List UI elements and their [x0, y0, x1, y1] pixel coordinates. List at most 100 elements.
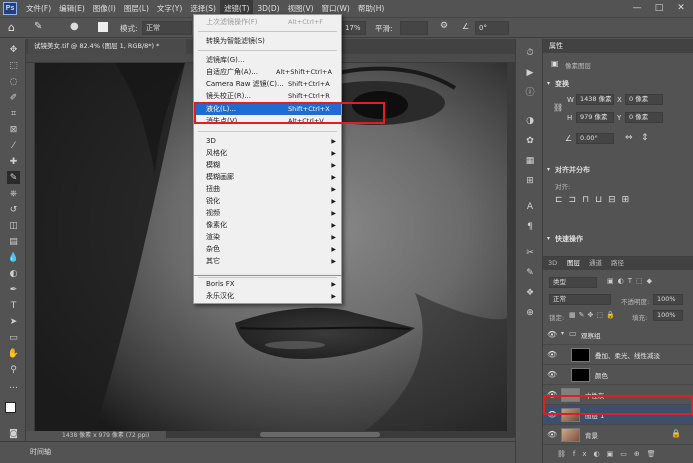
close-button[interactable]: ✕ [670, 0, 692, 17]
layer-row[interactable]: 👁 背景 🔒 [543, 425, 693, 445]
tab-channels[interactable]: 通道 [589, 257, 602, 270]
flow-field[interactable]: 17% [342, 21, 366, 35]
menu-item-render[interactable]: 渲染 ▶ [194, 232, 341, 243]
menu-type[interactable]: 文字(Y) [153, 0, 186, 17]
settings-gear-icon[interactable]: ⚙ [440, 21, 448, 31]
paragraph-icon[interactable]: A [524, 201, 536, 213]
angle-field[interactable]: 0.00° [576, 133, 614, 144]
lock-icons[interactable]: ▦✎✥⬚🔒 [569, 311, 618, 319]
visibility-eye-icon[interactable]: 👁 [547, 430, 557, 440]
group-expand-arrow-icon[interactable]: ▾ [561, 330, 564, 337]
channels-icon[interactable]: ⊕ [524, 307, 536, 319]
menu-item-3d[interactable]: 3D ▶ [194, 136, 341, 147]
width-field[interactable]: 1438 像素 [576, 94, 614, 105]
quick-select-tool-icon[interactable]: ✐ [7, 91, 20, 104]
menu-edit[interactable]: 编辑(E) [55, 0, 89, 17]
menu-item-convert-smart-filter[interactable]: 转换为智能滤镜(S) [194, 36, 341, 47]
collapse-arrow-icon[interactable]: ▾ [547, 166, 550, 173]
type-tool-icon[interactable]: T [7, 299, 20, 312]
menu-item-video[interactable]: 视频 ▶ [194, 208, 341, 219]
brush-settings-icon[interactable]: ✎ [524, 267, 536, 279]
menu-layer[interactable]: 图层(L) [120, 0, 153, 17]
layer-filter-icons[interactable]: ▣◐T⬚◆ [607, 277, 656, 285]
frame-tool-icon[interactable]: ⊠ [7, 123, 20, 136]
menu-item-distort[interactable]: 扭曲 ▶ [194, 184, 341, 195]
home-icon[interactable]: ⌂ [8, 21, 15, 34]
menu-item-blur[interactable]: 模糊 ▶ [194, 160, 341, 171]
maximize-button[interactable]: □ [648, 0, 670, 17]
tab-3d[interactable]: 3D [548, 257, 557, 270]
eraser-tool-icon[interactable]: ◫ [7, 219, 20, 232]
adjustments-icon[interactable]: ◑ [524, 115, 536, 127]
tool-presets-icon[interactable]: ✂ [524, 247, 536, 259]
dodge-tool-icon[interactable]: ◐ [7, 267, 20, 280]
blur-tool-icon[interactable]: 💧 [7, 251, 20, 264]
visibility-eye-icon[interactable]: 👁 [547, 330, 557, 340]
zoom-tool-icon[interactable]: ⚲ [7, 363, 20, 376]
menu-help[interactable]: 帮助(H) [354, 0, 389, 17]
timeline-label[interactable]: 时间轴 [30, 447, 51, 457]
align-buttons-icon[interactable]: ⊏⊐⊓⊔⊟⊞ [555, 195, 635, 205]
move-tool-icon[interactable]: ✥ [7, 43, 20, 56]
flip-vertical-icon[interactable]: ⇕ [641, 133, 649, 143]
layer-actions-icons[interactable]: ⛓fx◐▣▭⊕🗑 [543, 447, 693, 461]
visibility-eye-icon[interactable]: 👁 [547, 370, 557, 380]
horizontal-scrollbar[interactable] [160, 431, 515, 438]
lasso-tool-icon[interactable]: ◌ [7, 75, 20, 88]
marquee-tool-icon[interactable]: ⬚ [7, 59, 20, 72]
healing-brush-tool-icon[interactable]: ✚ [7, 155, 20, 168]
layer-row-group[interactable]: 👁 ▾ ▭ 观察组 [543, 325, 693, 345]
history-icon[interactable]: ⏱ [524, 47, 536, 59]
angle-field[interactable]: 0° [475, 21, 509, 35]
clone-stamp-tool-icon[interactable]: ⎈ [7, 187, 20, 200]
layer-row[interactable]: 👁 颜色 [543, 365, 693, 385]
opacity-field[interactable]: 100% [653, 294, 683, 305]
brush-tool-icon[interactable]: ✎ [34, 21, 42, 32]
history-brush-tool-icon[interactable]: ↺ [7, 203, 20, 216]
path-select-tool-icon[interactable]: ➤ [7, 315, 20, 328]
hand-tool-icon[interactable]: ✋ [7, 347, 20, 360]
gradient-tool-icon[interactable]: ▤ [7, 235, 20, 248]
rectangle-tool-icon[interactable]: ▭ [7, 331, 20, 344]
brush-tool-icon-active[interactable]: ✎ [7, 171, 20, 184]
flip-horizontal-icon[interactable]: ⇔ [625, 133, 633, 143]
character-icon[interactable]: ¶ [524, 221, 536, 233]
fill-field[interactable]: 100% [653, 310, 683, 321]
info-icon[interactable]: ⓘ [524, 87, 536, 99]
menu-item-sharpen[interactable]: 锐化 ▶ [194, 196, 341, 207]
x-field[interactable]: 0 像素 [625, 94, 663, 105]
brush-preset-icon[interactable]: ● [70, 21, 79, 32]
menu-item-adaptive-wide-angle[interactable]: 自适应广角(A)... Alt+Shift+Ctrl+A [194, 67, 341, 78]
menu-item-lens-correction[interactable]: 镜头校正(R)... Shift+Ctrl+R [194, 91, 341, 102]
menu-item-filter-gallery[interactable]: 滤镜库(G)... [194, 55, 341, 66]
blend-mode-select[interactable]: 正常 [549, 294, 611, 305]
menu-item-blur-gallery[interactable]: 模糊画廊 ▶ [194, 172, 341, 183]
menu-item-stylize[interactable]: 风格化 ▶ [194, 148, 341, 159]
swatches-icon[interactable]: ▦ [524, 155, 536, 167]
pen-tool-icon[interactable]: ✒ [7, 283, 20, 296]
menu-item-yongle-localization[interactable]: 永乐汉化 ▶ [194, 291, 341, 302]
brush-panel-icon[interactable] [98, 22, 108, 32]
menu-item-last-filter[interactable]: 上次滤镜操作(F) Alt+Ctrl+F [194, 17, 341, 28]
menu-file[interactable]: 文件(F) [22, 0, 55, 17]
menu-item-noise[interactable]: 杂色 ▶ [194, 244, 341, 255]
layer-filter-select[interactable]: 类型 [549, 277, 597, 288]
minimize-button[interactable]: — [626, 0, 648, 17]
menu-item-camera-raw[interactable]: Camera Raw 滤镜(C)... Shift+Ctrl+A [194, 79, 341, 90]
menu-item-other[interactable]: 其它 ▶ [194, 256, 341, 267]
quick-mask-icon[interactable]: ◙ [7, 427, 20, 440]
menu-item-pixelate[interactable]: 像素化 ▶ [194, 220, 341, 231]
smoothing-field[interactable] [400, 21, 428, 35]
libraries-icon[interactable]: ⊞ [524, 175, 536, 187]
eyedropper-tool-icon[interactable]: ⁄ [7, 139, 20, 152]
tab-layers[interactable]: 图层 [567, 257, 580, 270]
visibility-eye-icon[interactable]: 👁 [547, 350, 557, 360]
crop-tool-icon[interactable]: ⌗ [7, 107, 20, 120]
color-wheel-icon[interactable]: ✿ [524, 135, 536, 147]
foreground-color-swatch[interactable] [5, 402, 16, 413]
collapse-arrow-icon[interactable]: ▾ [547, 235, 550, 242]
actions-play-icon[interactable]: ▶ [524, 67, 536, 79]
document-tab[interactable]: 试镜美女.tif @ 82.4% (图层 1, RGB/8*) * [28, 39, 186, 54]
scroll-thumb[interactable] [260, 432, 380, 437]
collapse-arrow-icon[interactable]: ▾ [547, 80, 550, 87]
